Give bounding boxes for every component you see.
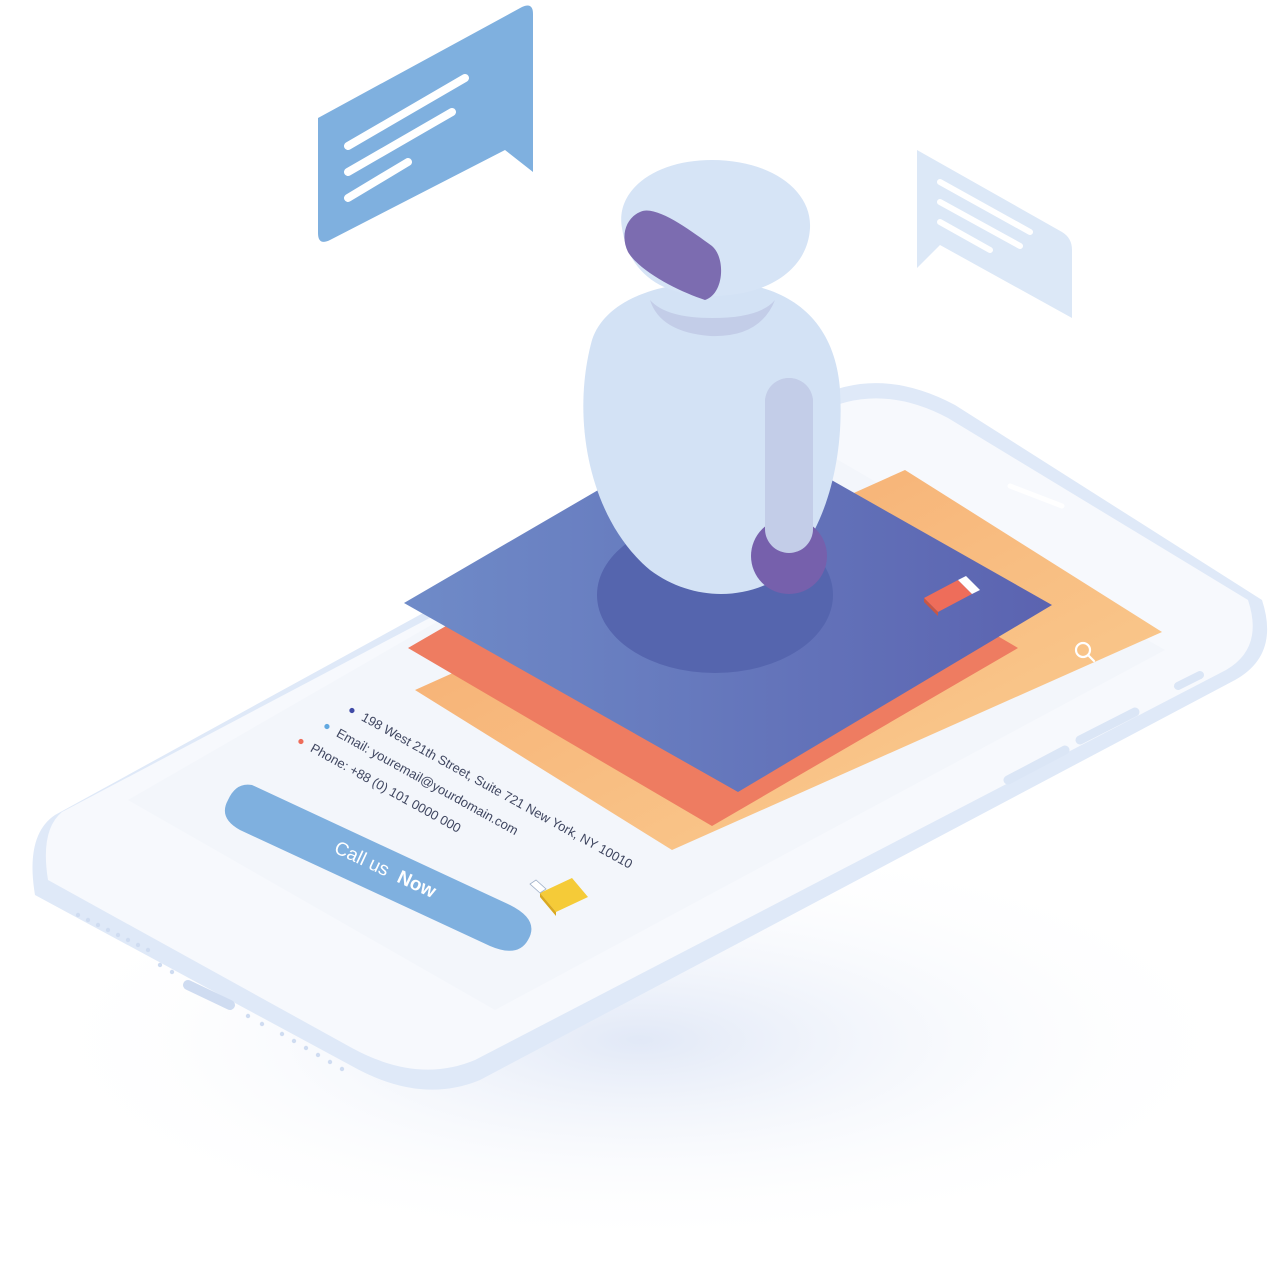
chat-bubble-icon xyxy=(318,5,533,242)
bot-illustration: 198 West 21th Street, Suite 721 New York… xyxy=(20,5,1268,1250)
chat-bubble-icon xyxy=(917,150,1072,318)
robot xyxy=(583,160,841,594)
